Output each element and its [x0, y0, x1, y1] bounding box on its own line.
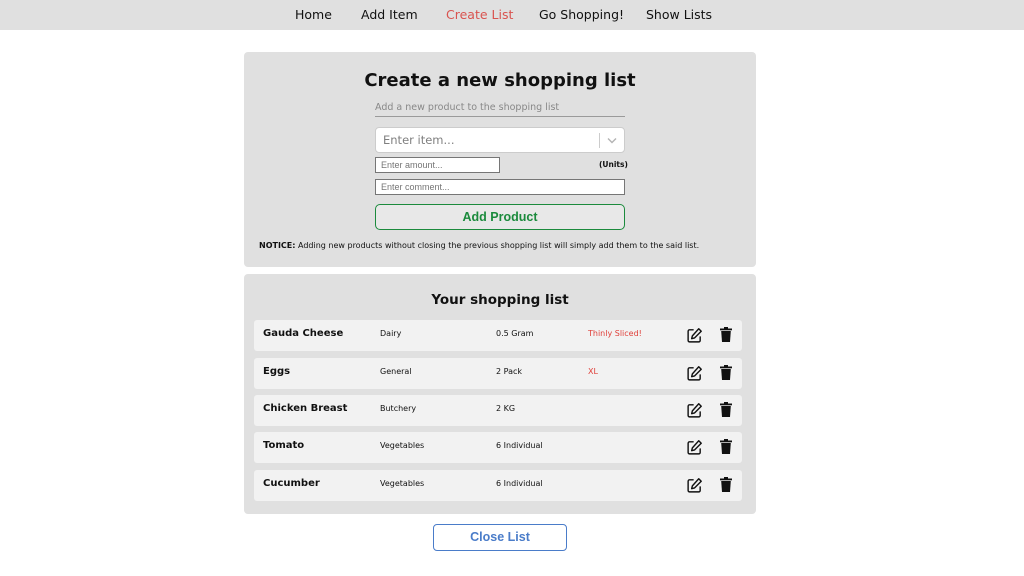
item-quantity: 2 KG [496, 404, 516, 413]
edit-icon[interactable] [686, 365, 703, 382]
trash-icon[interactable] [720, 327, 732, 342]
close-list-button[interactable]: Close List [433, 524, 567, 551]
item-select-placeholder: Enter item... [383, 133, 455, 147]
list-title: Your shopping list [431, 292, 569, 308]
add-product-button[interactable]: Add Product [375, 204, 625, 230]
edit-icon[interactable] [686, 327, 703, 344]
item-name: Gauda Cheese [263, 328, 344, 339]
top-navbar: Home Add Item Create List Go Shopping! S… [0, 0, 1024, 30]
item-category: Butchery [380, 404, 417, 413]
item-name: Tomato [263, 440, 305, 451]
shopping-list-panel: Your shopping list Gauda Cheese Dairy 0.… [244, 274, 756, 514]
form-subtitle: Add a new product to the shopping list [375, 102, 625, 117]
item-name: Cucumber [263, 478, 320, 489]
nav-home[interactable]: Home [295, 7, 332, 22]
list-item: Eggs General 2 Pack XL [254, 358, 742, 389]
nav-create-list[interactable]: Create List [446, 7, 513, 22]
trash-icon[interactable] [720, 365, 732, 380]
notice-label: NOTICE: [259, 241, 296, 250]
item-name: Eggs [263, 366, 291, 377]
edit-icon[interactable] [686, 477, 703, 494]
item-quantity: 6 Individual [496, 441, 543, 450]
item-category: Vegetables [380, 441, 425, 450]
item-quantity: 0.5 Gram [496, 329, 534, 338]
select-separator [599, 133, 600, 148]
trash-icon[interactable] [720, 402, 732, 417]
nav-go-shopping[interactable]: Go Shopping! [539, 7, 624, 22]
chevron-down-icon[interactable] [606, 133, 618, 148]
list-item: Tomato Vegetables 6 Individual [254, 432, 742, 463]
item-comment: Thinly Sliced! [588, 329, 642, 338]
list-item: Gauda Cheese Dairy 0.5 Gram Thinly Slice… [254, 320, 742, 351]
trash-icon[interactable] [720, 477, 732, 492]
nav-add-item[interactable]: Add Item [361, 7, 418, 22]
item-category: Vegetables [380, 479, 425, 488]
item-name: Chicken Breast [263, 403, 348, 414]
item-category: General [380, 367, 412, 376]
comment-input[interactable] [375, 179, 625, 195]
form-title: Create a new shopping list [364, 70, 636, 91]
nav-show-lists[interactable]: Show Lists [646, 7, 712, 22]
amount-input[interactable] [375, 157, 500, 173]
item-quantity: 2 Pack [496, 367, 523, 376]
item-comment: XL [588, 367, 598, 376]
item-category: Dairy [380, 329, 402, 338]
units-label: (Units) [599, 160, 628, 169]
notice-message: Adding new products without closing the … [295, 241, 700, 250]
list-item: Cucumber Vegetables 6 Individual [254, 470, 742, 501]
trash-icon[interactable] [720, 439, 732, 454]
item-select[interactable]: Enter item... [375, 127, 625, 153]
edit-icon[interactable] [686, 439, 703, 456]
notice-text: NOTICE: Adding new products without clos… [259, 241, 699, 250]
edit-icon[interactable] [686, 402, 703, 419]
list-item: Chicken Breast Butchery 2 KG [254, 395, 742, 426]
create-list-panel: Create a new shopping list Add a new pro… [244, 52, 756, 267]
item-quantity: 6 Individual [496, 479, 543, 488]
